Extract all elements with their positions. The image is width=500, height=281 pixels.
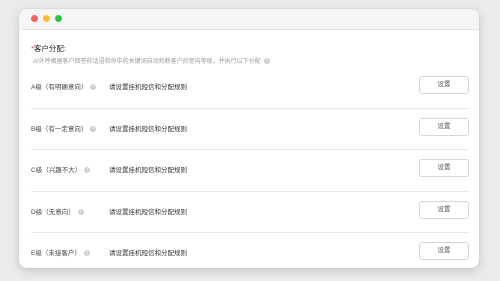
row-hint: 请设置挂机短信和分配规则 <box>109 167 187 174</box>
allocation-row-c: C级（兴趣不大）? 请设置挂机短信和分配规则 设置 <box>31 150 469 192</box>
row-hint: 请设置挂机短信和分配规则 <box>109 250 187 257</box>
settings-button-c[interactable]: 设置 <box>419 159 469 177</box>
row-label: E级（未接客户）? <box>31 247 90 257</box>
row-label: B级（有一定意向）? <box>31 123 97 133</box>
app-window: *客户分配: AI外呼根据客户回答的话语和命中的关键词自动判断客户的意向等级，并… <box>19 9 479 268</box>
question-circle-icon[interactable]: ? <box>90 84 97 91</box>
allocation-row-b: B级（有一定意向）? 请设置挂机短信和分配规则 设置 <box>31 109 469 150</box>
question-circle-icon[interactable]: ? <box>83 250 90 257</box>
settings-button-b[interactable]: 设置 <box>419 117 469 136</box>
close-window-button[interactable] <box>31 15 38 22</box>
row-label-text: B级（有一定意向） <box>31 125 88 133</box>
settings-button-a[interactable]: 设置 <box>419 76 469 94</box>
row-hint: 请设置挂机短信和分配规则 <box>109 84 187 91</box>
minimize-window-button[interactable] <box>43 15 50 22</box>
row-label-text: D级（无意向） <box>31 208 75 216</box>
settings-button-e[interactable]: 设置 <box>419 242 469 260</box>
row-label-text: C级（兴趣不大） <box>31 167 82 174</box>
settings-button-d[interactable]: 设置 <box>419 200 469 219</box>
section-description: AI外呼根据客户回答的话语和命中的关键词自动判断客户的意向等级，并执行以下分配? <box>33 56 270 65</box>
row-label-text: E级（未接客户） <box>31 250 81 257</box>
row-hint: 请设置挂机短信和分配规则 <box>109 208 187 216</box>
question-circle-icon[interactable]: ? <box>90 125 97 132</box>
row-label-text: A级（有明确意向） <box>31 84 88 91</box>
allocation-list: A级（有明确意向）? 请设置挂机短信和分配规则 设置 B级（有一定意向）? 请设… <box>31 67 469 268</box>
row-hint: 请设置挂机短信和分配规则 <box>109 125 187 133</box>
zoom-window-button[interactable] <box>55 15 62 22</box>
question-circle-icon[interactable]: ? <box>263 58 270 65</box>
section-description-text: AI外呼根据客户回答的话语和命中的关键词自动判断客户的意向等级，并执行以下分配 <box>33 59 261 65</box>
row-label: D级（无意向）? <box>31 206 84 216</box>
allocation-row-a: A级（有明确意向）? 请设置挂机短信和分配规则 设置 <box>31 67 469 109</box>
title-bar <box>19 9 479 30</box>
allocation-row-d: D级（无意向）? 请设置挂机短信和分配规则 设置 <box>31 192 469 233</box>
question-circle-icon[interactable]: ? <box>84 167 91 174</box>
section-title-text: 客户分配: <box>33 44 67 53</box>
row-label: A级（有明确意向）? <box>31 81 97 91</box>
question-circle-icon[interactable]: ? <box>77 208 84 215</box>
section-title: *客户分配: <box>31 43 66 54</box>
allocation-row-e: E级（未接客户）? 请设置挂机短信和分配规则 设置 <box>31 233 469 268</box>
row-label: C级（兴趣不大）? <box>31 164 91 174</box>
